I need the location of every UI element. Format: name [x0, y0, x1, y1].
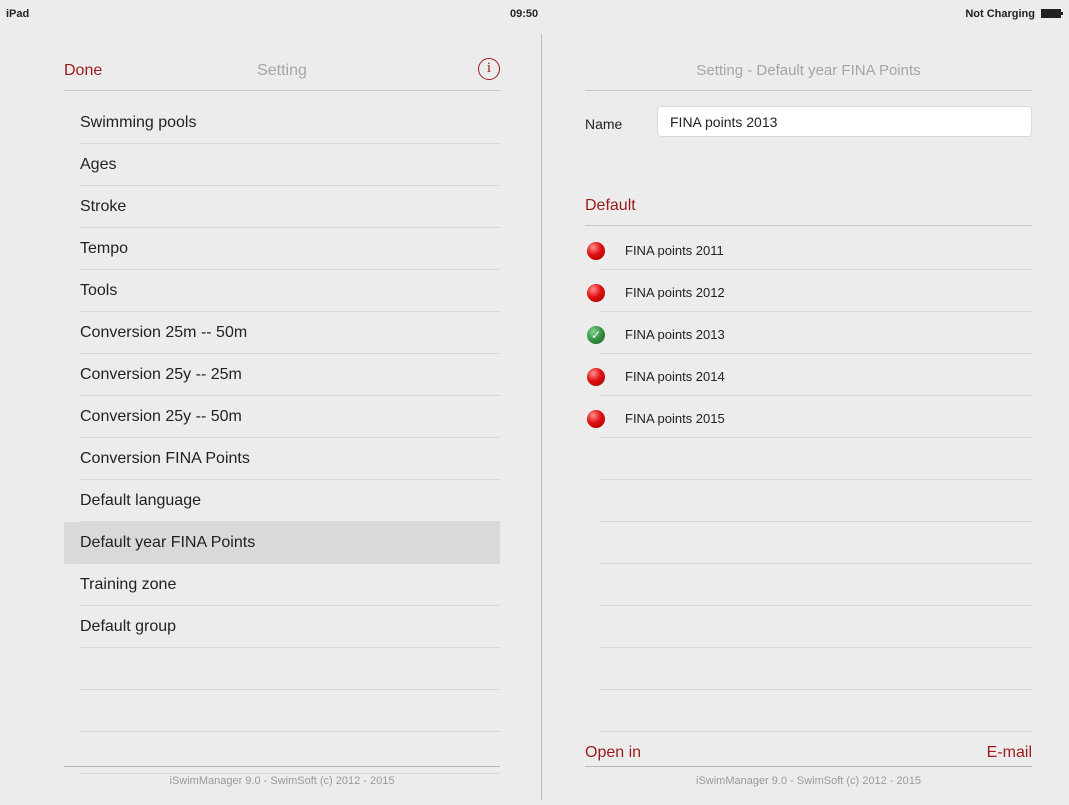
- menu-item-conversion-25y-50m[interactable]: Conversion 25y -- 50m: [64, 396, 500, 438]
- option-label: FINA points 2015: [625, 411, 725, 426]
- menu-item-label: Default group: [80, 618, 177, 635]
- option-fina-points-2011[interactable]: FINA points 2011: [585, 228, 1032, 270]
- option-fina-points-2013[interactable]: ✓ FINA points 2013: [585, 312, 1032, 354]
- empty-row: [585, 564, 1032, 606]
- menu-item-stroke[interactable]: Stroke: [64, 186, 500, 228]
- menu-item-default-language[interactable]: Default language: [64, 480, 500, 522]
- empty-row: [585, 480, 1032, 522]
- menu-item-swimming-pools[interactable]: Swimming pools: [64, 102, 500, 144]
- charging-status: Not Charging: [965, 8, 1035, 20]
- empty-row: [585, 606, 1032, 648]
- empty-row: [64, 732, 500, 774]
- left-header-divider: [64, 90, 500, 91]
- red-dot-icon: [587, 368, 605, 386]
- split-divider: [541, 34, 542, 800]
- open-in-button[interactable]: Open in: [585, 744, 641, 762]
- menu-item-label: Ages: [80, 156, 117, 173]
- menu-item-conversion-fina-points[interactable]: Conversion FINA Points: [64, 438, 500, 480]
- red-dot-icon: [587, 410, 605, 428]
- name-label: Name: [585, 116, 623, 132]
- red-dot-icon: [587, 242, 605, 260]
- menu-item-default-year-fina-points[interactable]: Default year FINA Points: [64, 522, 500, 564]
- option-label: FINA points 2012: [625, 285, 725, 300]
- menu-item-label: Default language: [80, 492, 201, 509]
- right-nav-title: Setting - Default year FINA Points: [696, 62, 921, 79]
- info-circle-icon[interactable]: i: [478, 58, 500, 80]
- name-input[interactable]: [657, 106, 1032, 137]
- empty-row: [64, 648, 500, 690]
- option-fina-points-2014[interactable]: FINA points 2014: [585, 354, 1032, 396]
- menu-item-tools[interactable]: Tools: [64, 270, 500, 312]
- red-dot-icon: [587, 284, 605, 302]
- right-header-divider: [585, 90, 1032, 91]
- empty-row: [585, 690, 1032, 732]
- menu-item-label: Conversion 25m -- 50m: [80, 324, 248, 341]
- right-footer-divider: [585, 766, 1032, 767]
- menu-item-default-group[interactable]: Default group: [64, 606, 500, 648]
- status-bar: iPad 09:50 Not Charging: [0, 0, 1069, 22]
- email-button[interactable]: E-mail: [987, 744, 1032, 762]
- empty-row: [585, 648, 1032, 690]
- done-button[interactable]: Done: [64, 62, 102, 80]
- option-label: FINA points 2011: [625, 243, 724, 258]
- settings-master-panel: Setting Done i Swimming pools Ages Strok…: [64, 52, 500, 797]
- status-time: 09:50: [510, 8, 539, 20]
- option-label: FINA points 2014: [625, 369, 725, 384]
- left-footer-divider: [64, 766, 500, 767]
- menu-item-tempo[interactable]: Tempo: [64, 228, 500, 270]
- menu-item-label: Tempo: [80, 240, 129, 257]
- menu-item-label: Default year FINA Points: [80, 534, 256, 551]
- default-section-title: Default: [585, 197, 636, 214]
- option-fina-points-2012[interactable]: FINA points 2012: [585, 270, 1032, 312]
- menu-item-label: Conversion 25y -- 25m: [80, 366, 242, 383]
- device-name: iPad: [6, 8, 30, 20]
- left-nav-title: Setting: [257, 62, 307, 79]
- menu-item-label: Tools: [80, 282, 118, 299]
- green-check-icon: ✓: [587, 326, 605, 344]
- menu-item-conversion-25m-50m[interactable]: Conversion 25m -- 50m: [64, 312, 500, 354]
- menu-item-conversion-25y-25m[interactable]: Conversion 25y -- 25m: [64, 354, 500, 396]
- menu-item-label: Conversion FINA Points: [80, 450, 250, 467]
- empty-row: [585, 438, 1032, 480]
- menu-item-ages[interactable]: Ages: [64, 144, 500, 186]
- menu-item-label: Stroke: [80, 198, 127, 215]
- menu-item-training-zone[interactable]: Training zone: [64, 564, 500, 606]
- settings-menu: Swimming pools Ages Stroke Tempo Tools C…: [64, 102, 500, 774]
- option-label: FINA points 2013: [625, 327, 725, 342]
- empty-row: [585, 522, 1032, 564]
- menu-item-label: Training zone: [80, 576, 177, 593]
- option-fina-points-2015[interactable]: FINA points 2015: [585, 396, 1032, 438]
- fina-year-options: FINA points 2011 FINA points 2012 ✓ FINA…: [585, 228, 1032, 732]
- settings-detail-panel: Setting - Default year FINA Points Name …: [585, 52, 1032, 797]
- battery-icon: [1041, 9, 1063, 18]
- menu-item-label: Swimming pools: [80, 114, 197, 131]
- left-footer-copyright: iSwimManager 9.0 - SwimSoft (c) 2012 - 2…: [169, 775, 395, 787]
- right-footer-copyright: iSwimManager 9.0 - SwimSoft (c) 2012 - 2…: [696, 775, 921, 787]
- section-divider: [585, 225, 1032, 226]
- empty-row: [64, 690, 500, 732]
- menu-item-label: Conversion 25y -- 50m: [80, 408, 242, 425]
